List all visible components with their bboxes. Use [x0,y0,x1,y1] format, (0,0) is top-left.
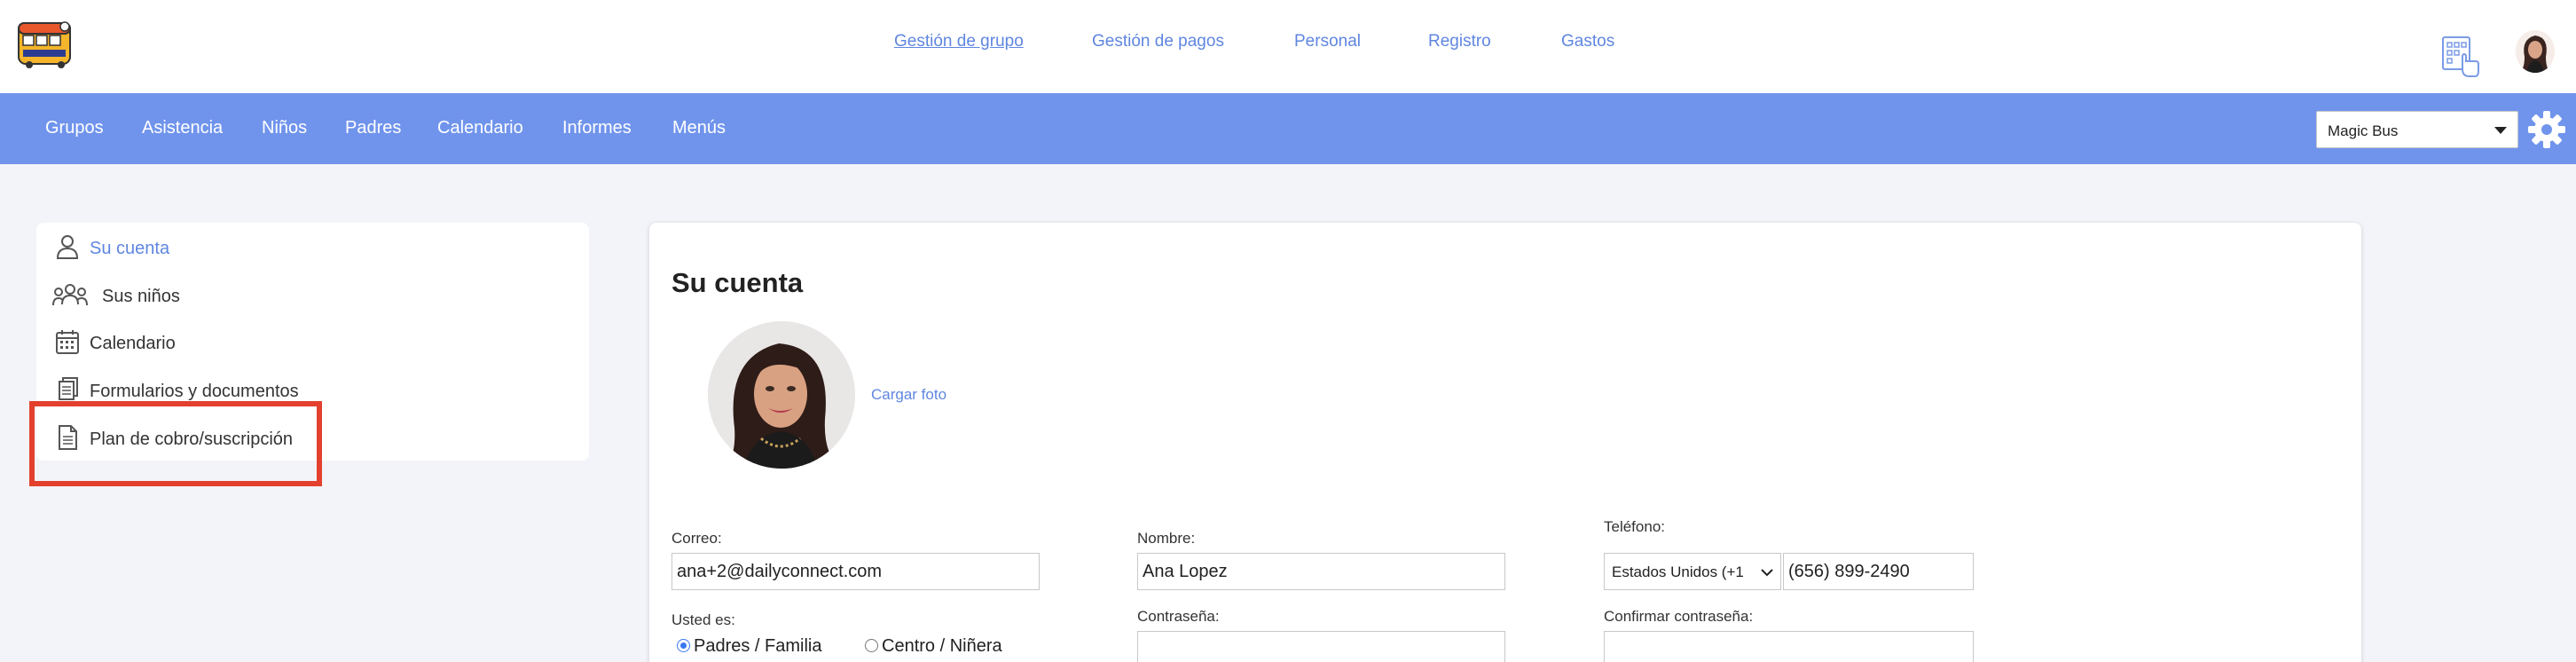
chevron-down-icon [2494,127,2507,134]
topnav-group-management[interactable]: Gestión de grupo [894,32,1024,51]
radio-unchecked-icon [865,639,878,652]
nav-parents[interactable]: Padres [345,118,401,138]
highlight-box [29,401,322,486]
upload-photo-link[interactable]: Cargar foto [871,386,946,404]
phone-number-field[interactable]: (656) 899-2490 [1783,553,1974,590]
role-radio-parents[interactable]: Padres / Familia [677,636,822,657]
radio-checked-icon [677,639,690,652]
nav-calendar[interactable]: Calendario [437,118,523,138]
main-navigation-bar: Grupos Asistencia Niños Padres Calendari… [0,93,2576,164]
sidebar-item-account[interactable]: Su cuenta [36,228,589,264]
nav-menus[interactable]: Menús [672,118,726,138]
email-label: Correo: [671,530,722,547]
top-bar: Gestión de grupo Gestión de pagos Person… [0,0,2576,93]
group-icon [52,284,88,306]
top-navigation: Gestión de grupo Gestión de pagos Person… [0,32,2576,59]
role-option-label: Centro / Niñera [882,636,1002,656]
role-option-label: Padres / Familia [694,636,822,656]
user-icon [56,235,79,259]
topnav-expenses[interactable]: Gastos [1561,32,1614,51]
school-select[interactable]: Magic Bus [2316,111,2518,148]
sidebar-item-label: Formularios y documentos [90,382,299,401]
role-label: Usted es: [671,611,735,628]
password-field[interactable] [1137,631,1505,662]
topnav-payments[interactable]: Gestión de pagos [1092,32,1224,51]
sidebar-item-label: Calendario [90,334,176,353]
kiosk-icon[interactable] [2441,35,2480,78]
nav-reports[interactable]: Informes [562,118,632,138]
sidebar-item-label: Su cuenta [90,239,170,258]
name-field[interactable]: Ana Lopez [1137,553,1505,590]
school-select-value: Magic Bus [2328,122,2399,139]
name-label: Nombre: [1137,530,1196,547]
confirm-password-label: Confirmar contraseña: [1604,608,1754,625]
sidebar-item-calendar[interactable]: Calendario [36,323,589,359]
chevron-down-icon [1759,564,1775,580]
email-field[interactable]: ana+2@dailyconnect.com [671,553,1040,590]
calendar-icon [56,330,79,354]
topnav-registration[interactable]: Registro [1428,32,1491,51]
password-label: Contraseña: [1137,608,1220,625]
phone-label: Teléfono: [1604,518,1665,535]
confirm-password-field[interactable] [1604,631,1974,662]
sidebar-item-label: Sus niños [102,287,180,306]
documents-icon [59,377,78,400]
nav-children[interactable]: Niños [262,118,307,138]
nav-groups[interactable]: Grupos [45,118,104,138]
topnav-staff[interactable]: Personal [1294,32,1361,51]
profile-photo [708,321,855,469]
user-avatar[interactable] [2516,30,2555,73]
gear-icon[interactable] [2526,109,2567,150]
page-title: Su cuenta [671,267,804,298]
sidebar-item-children[interactable]: Sus niños [36,276,589,311]
account-card: Su cuenta Cargar foto Correo: ana+2@dail… [649,223,2361,662]
phone-country-select[interactable]: Estados Unidos (+1 [1604,553,1781,590]
nav-attendance[interactable]: Asistencia [142,118,223,138]
phone-country-value: Estados Unidos (+1 [1612,563,1744,580]
role-radio-center[interactable]: Centro / Niñera [865,636,1002,657]
